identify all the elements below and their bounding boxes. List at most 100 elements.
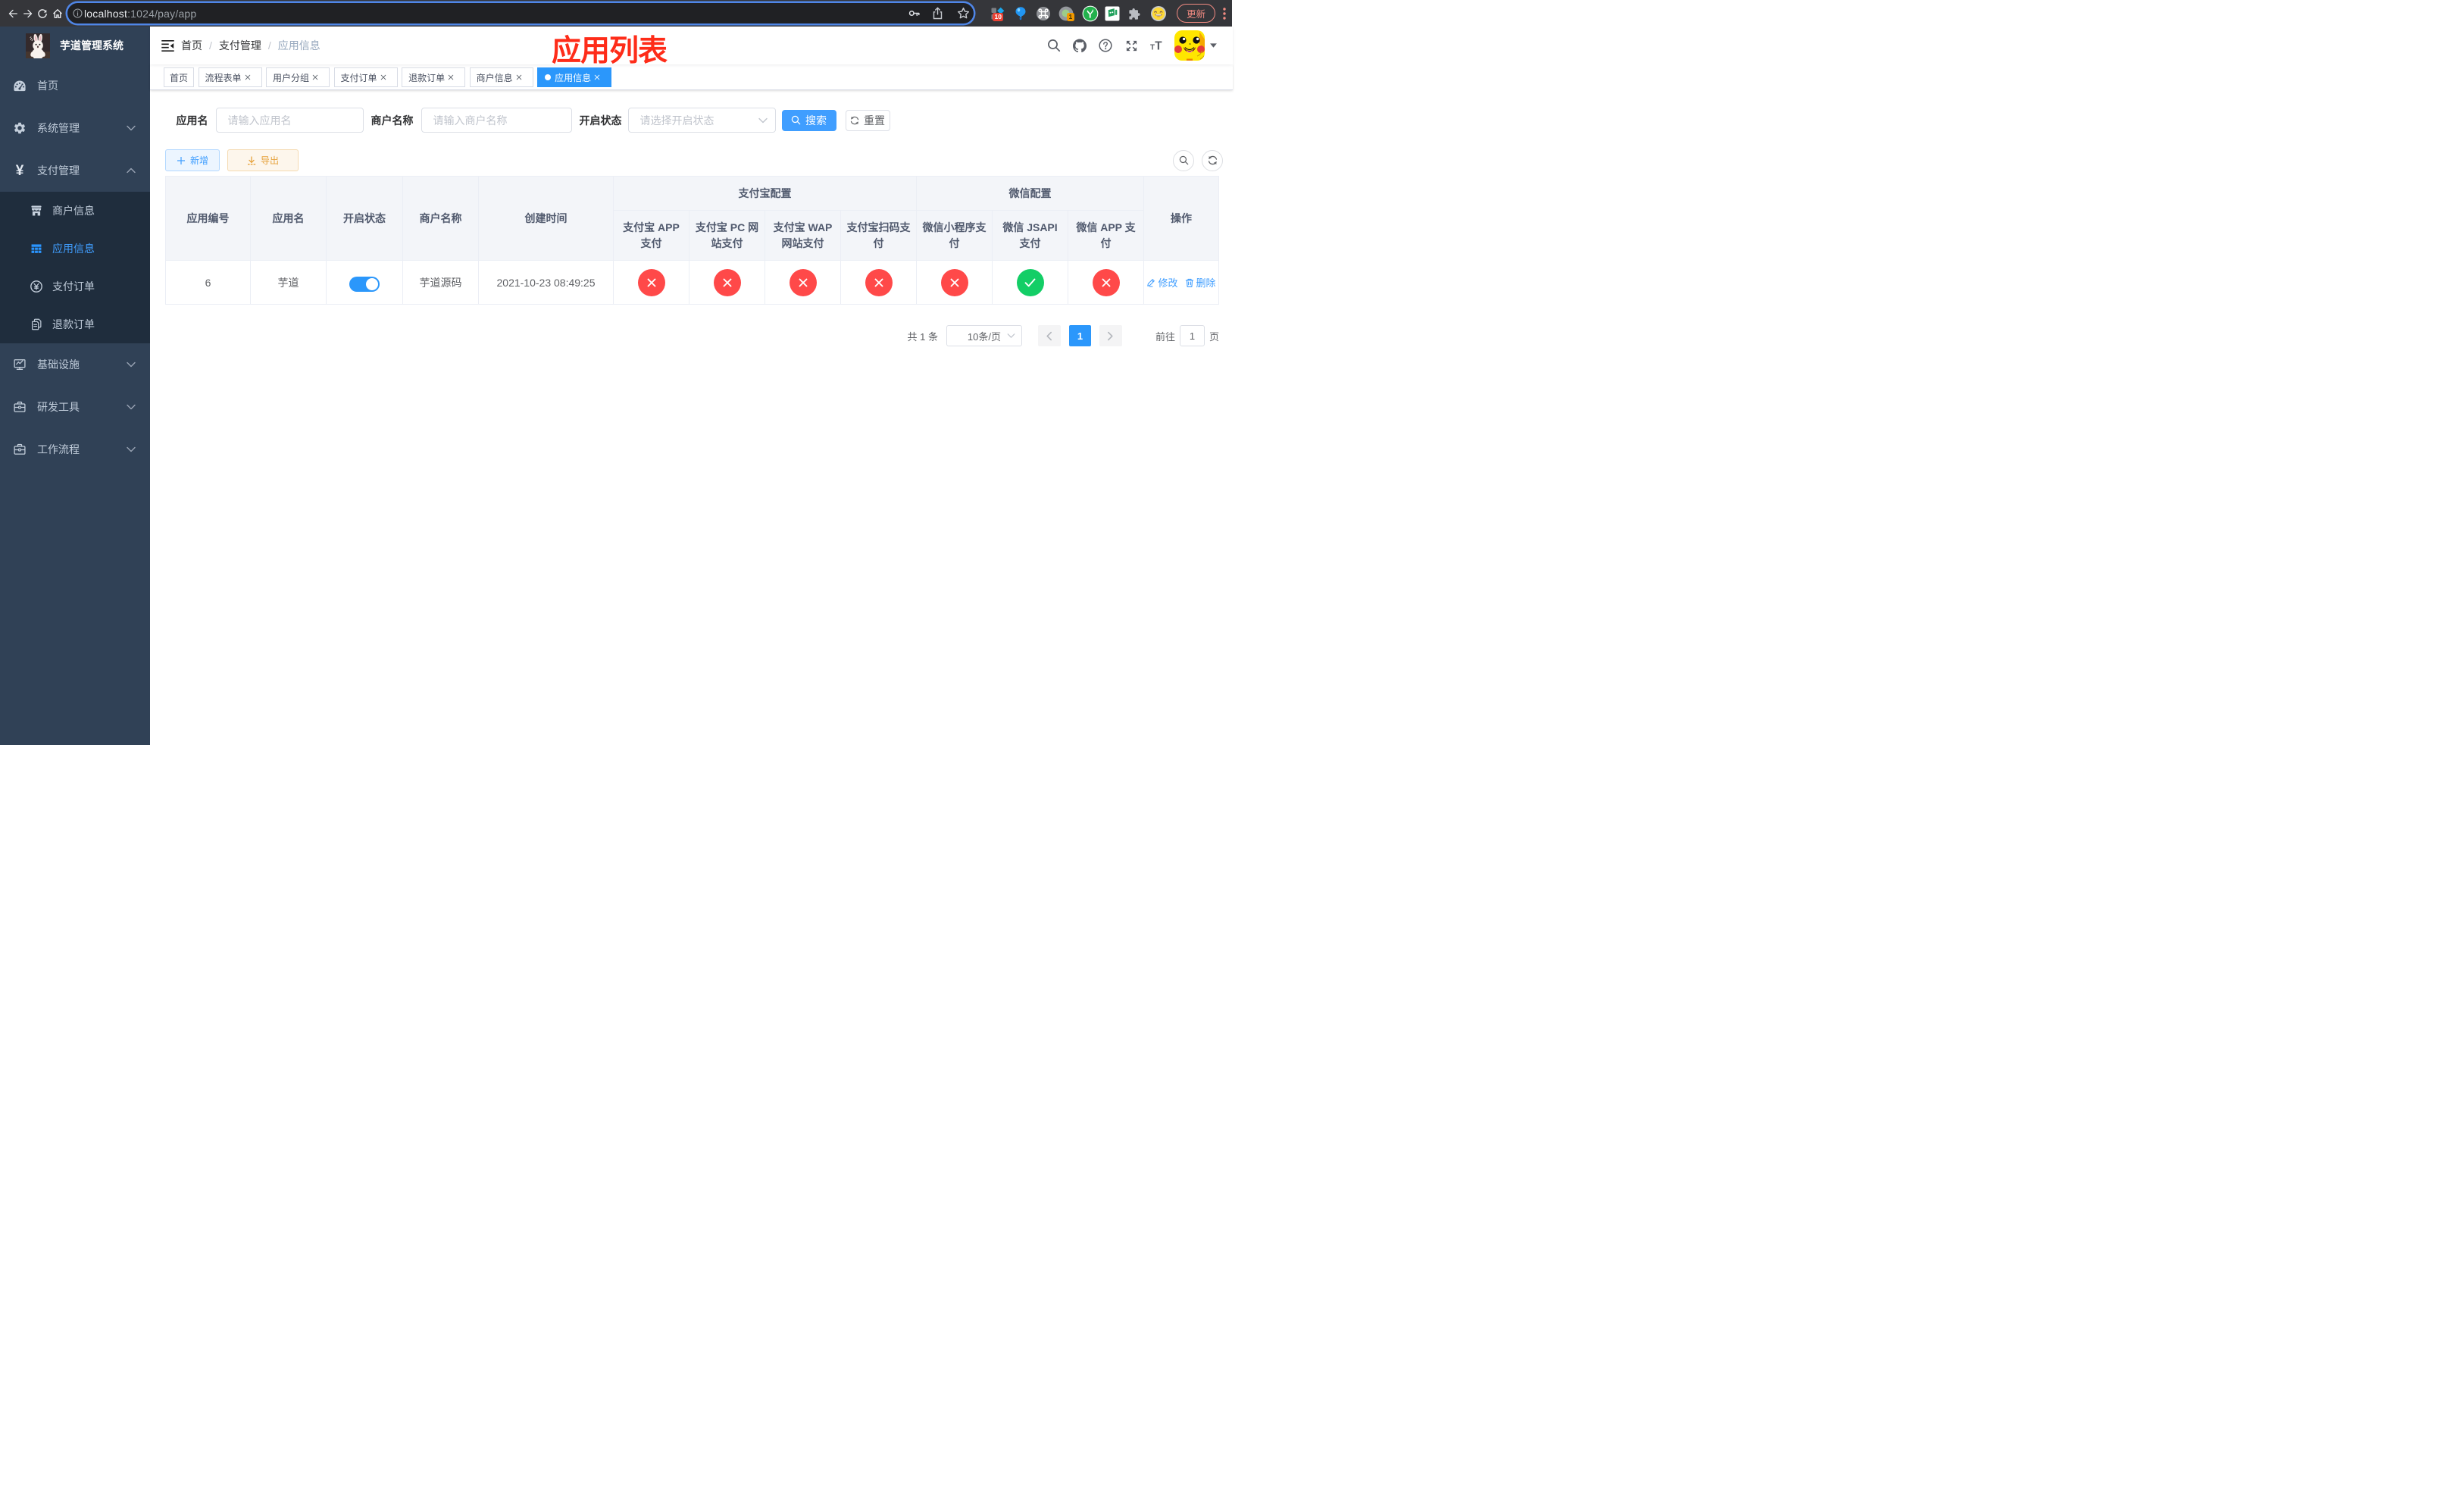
password-key-icon[interactable] [908, 7, 921, 20]
sidebar-item-workflow[interactable]: 工作流程 [0, 428, 150, 471]
shop-icon [30, 204, 43, 218]
font-size-icon[interactable] [1150, 39, 1164, 52]
tab-pay-order[interactable]: 支付订单 [333, 67, 398, 87]
sidebar-item-system[interactable]: 系统管理 [0, 107, 150, 149]
fullscreen-icon[interactable] [1124, 39, 1138, 52]
grid-icon [30, 242, 43, 255]
data-table: 应用编号 应用名 开启状态 商户名称 创建时间 支付宝配置 微信配置 操作 支付… [165, 176, 1219, 305]
annotation-title: 应用列表 [552, 35, 668, 67]
col-header-ops: 操作 [1143, 176, 1219, 261]
main-area: 首页 / 支付管理 / 应用信息 首页 流程表单 用户分组 支付订单 退款订单 … [150, 27, 1233, 745]
browser-menu-dots-icon[interactable] [1223, 7, 1226, 20]
edit-link[interactable]: 修改 [1146, 275, 1178, 290]
goto-page-input[interactable] [1179, 325, 1205, 346]
status-icon [865, 268, 893, 296]
sidebar-item-refund-order[interactable]: 退款订单 [0, 305, 150, 343]
status-icon [713, 268, 741, 296]
app-title: 芋道管理系统 [60, 39, 124, 52]
search-button[interactable]: 搜索 [781, 109, 836, 131]
delete-link[interactable]: 删除 [1185, 275, 1216, 290]
address-bar[interactable]: localhost:1024/pay/app [67, 3, 974, 23]
browser-forward-icon[interactable] [23, 8, 33, 19]
share-icon[interactable] [932, 7, 943, 20]
profile-emoji-icon[interactable] [1151, 5, 1167, 21]
extensions-puzzle-icon[interactable] [1128, 6, 1143, 20]
close-icon[interactable] [312, 74, 318, 80]
close-icon[interactable] [245, 74, 251, 80]
sidebar-logo[interactable]: 芋道管理系统 [0, 27, 150, 64]
merchant-name-input[interactable] [421, 108, 572, 133]
sidebar-item-pay-order[interactable]: 支付订单 [0, 268, 150, 305]
col-header-alipay-pc: 支付宝 PC 网站支付 [689, 210, 765, 261]
status-icon [1092, 268, 1120, 296]
app-name-input[interactable] [215, 108, 364, 133]
tab-merchant-info[interactable]: 商户信息 [469, 67, 533, 87]
github-icon[interactable] [1073, 39, 1087, 52]
toolbox-icon [13, 400, 27, 414]
tab-refund-order[interactable]: 退款订单 [402, 67, 466, 87]
page-number[interactable]: 1 [1068, 325, 1091, 346]
cell-name: 芋道 [250, 260, 327, 305]
sidebar-item-devtools[interactable]: 研发工具 [0, 386, 150, 428]
col-header-alipay-wap: 支付宝 WAP 网站支付 [765, 210, 841, 261]
close-icon[interactable] [380, 74, 386, 80]
refresh-table-button[interactable] [1202, 149, 1223, 171]
tab-app-info[interactable]: 应用信息 [537, 67, 612, 87]
user-avatar [1174, 30, 1205, 61]
close-icon[interactable] [448, 74, 454, 80]
extension-balloon-icon[interactable] [1015, 6, 1027, 20]
breadcrumb-current: 应用信息 [277, 39, 321, 52]
tab-process-form[interactable]: 流程表单 [198, 67, 262, 87]
add-button[interactable]: 新增 [165, 149, 220, 171]
extension-badge-1: 1 [1067, 13, 1074, 22]
switch-knob [366, 277, 378, 290]
browser-home-icon[interactable] [52, 8, 64, 19]
extension-y-icon[interactable] [1082, 5, 1099, 22]
page-size-select[interactable]: 10条/页 [946, 325, 1022, 346]
cell-created: 2021-10-23 08:49:25 [478, 260, 614, 305]
tab-user-group[interactable]: 用户分组 [266, 67, 330, 87]
browser-back-icon[interactable] [8, 8, 18, 19]
sidebar-item-home[interactable]: 首页 [0, 64, 150, 107]
extension-command-icon[interactable] [1036, 6, 1051, 21]
hamburger-icon[interactable] [161, 37, 177, 54]
extension-chat-icon[interactable] [1105, 6, 1120, 20]
col-header-id: 应用编号 [165, 176, 251, 261]
status-icon [1016, 268, 1044, 296]
help-icon[interactable] [1099, 39, 1112, 52]
col-header-enabled: 开启状态 [326, 176, 403, 261]
col-header-alipay-qr: 支付宝扫码支付 [840, 210, 917, 261]
toggle-search-button[interactable] [1173, 149, 1194, 171]
sidebar-item-merchant-info[interactable]: 商户信息 [0, 192, 150, 230]
breadcrumb-payment[interactable]: 支付管理 [219, 38, 261, 53]
coin-icon [30, 280, 43, 293]
site-info-icon[interactable] [73, 8, 83, 18]
status-icon [940, 268, 968, 296]
prev-page-button[interactable] [1037, 325, 1061, 346]
close-icon[interactable] [594, 74, 600, 80]
table-toolbar: 新增 导出 [165, 149, 1223, 171]
breadcrumb: 首页 / 支付管理 / 应用信息 [181, 38, 321, 53]
browser-reload-icon[interactable] [37, 8, 48, 19]
table-right-tools [1165, 149, 1223, 171]
enabled-switch[interactable] [349, 276, 380, 292]
tab-home[interactable]: 首页 [164, 67, 195, 87]
navbar: 首页 / 支付管理 / 应用信息 [150, 27, 1233, 64]
browser-update-button[interactable]: 更新 [1177, 4, 1216, 23]
bookmark-star-icon[interactable] [957, 7, 970, 20]
status-select[interactable]: 请选择开启状态 [627, 108, 776, 133]
next-page-button[interactable] [1099, 325, 1122, 346]
header-search-icon[interactable] [1047, 39, 1061, 52]
sidebar-item-infra[interactable]: 基础设施 [0, 343, 150, 386]
yen-icon: ¥ [13, 164, 27, 178]
sidebar-item-app-info[interactable]: 应用信息 [0, 230, 150, 268]
user-menu[interactable] [1174, 30, 1217, 61]
search-icon [791, 115, 801, 125]
export-button[interactable]: 导出 [227, 149, 299, 171]
reset-button[interactable]: 重置 [845, 109, 890, 131]
breadcrumb-home[interactable]: 首页 [181, 38, 202, 53]
close-icon[interactable] [516, 74, 522, 80]
col-header-alipay-app: 支付宝 APP 支付 [613, 210, 689, 261]
navbar-actions [1035, 27, 1217, 64]
sidebar-item-payment[interactable]: ¥ 支付管理 [0, 149, 150, 192]
